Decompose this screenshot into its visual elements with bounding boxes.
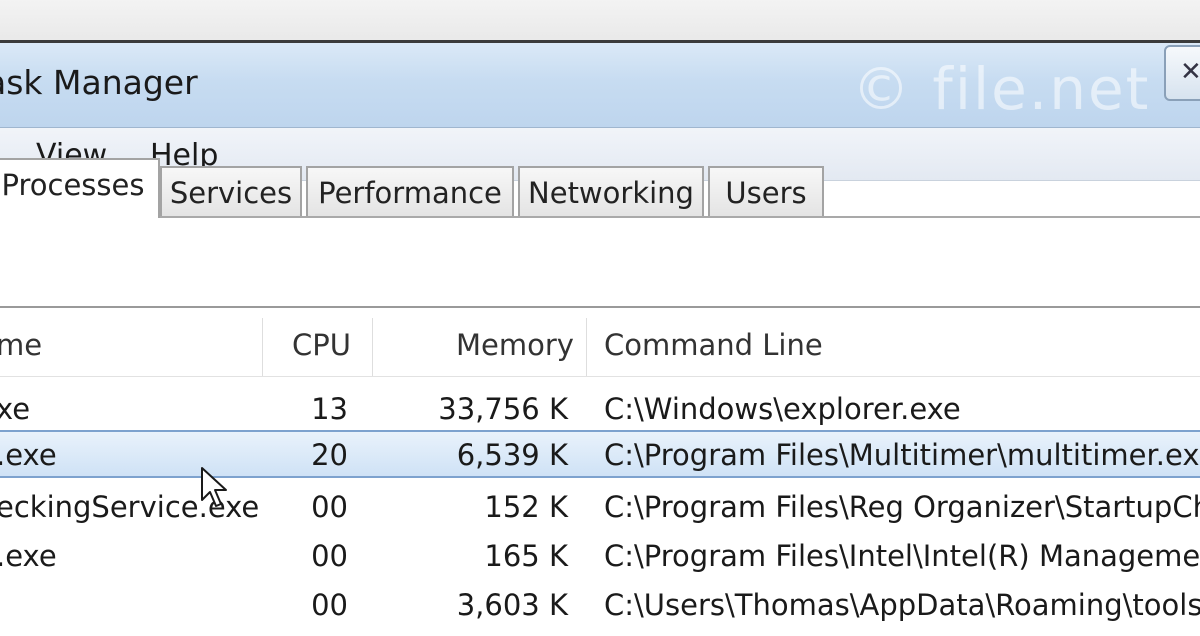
tab-processes[interactable]: Processes	[0, 158, 160, 218]
process-memory: 33,756 K	[438, 392, 568, 426]
process-memory: 3,603 K	[456, 588, 568, 622]
table-row[interactable]: 00 3,603 K C:\Users\Thomas\AppData\Roami…	[0, 580, 1200, 628]
process-name: .exe	[0, 539, 57, 573]
tab-performance-label: Performance	[318, 176, 502, 210]
column-header-memory[interactable]: Memory	[456, 328, 574, 362]
column-divider[interactable]	[262, 318, 263, 376]
table-row-selected[interactable]: .exe 20 6,539 K C:\Program Files\Multiti…	[0, 430, 1200, 478]
process-memory: 6,539 K	[456, 438, 568, 472]
process-name: xe	[0, 392, 31, 426]
table-row[interactable]: .exe 00 165 K C:\Program Files\Intel\Int…	[0, 531, 1200, 579]
process-memory: 152 K	[484, 490, 568, 524]
tab-users[interactable]: Users	[708, 166, 824, 216]
tab-services[interactable]: Services	[160, 166, 302, 216]
tab-networking[interactable]: Networking	[518, 166, 704, 216]
table-row[interactable]: xe 13 33,756 K C:\Windows\explorer.exe	[0, 384, 1200, 432]
process-command-line: C:\Program Files\Multitimer\multitimer.e…	[604, 438, 1200, 472]
close-icon: ✕	[1180, 57, 1200, 87]
column-header-cpu[interactable]: CPU	[292, 328, 351, 362]
tab-services-label: Services	[169, 176, 293, 210]
watermark: © file.net	[852, 55, 1151, 123]
process-cpu: 00	[311, 588, 348, 622]
column-divider[interactable]	[372, 318, 373, 376]
tab-strip-baseline	[0, 216, 1200, 218]
column-header-name[interactable]: me	[0, 328, 42, 362]
tab-users-label: Users	[725, 176, 807, 210]
mouse-pointer-icon	[201, 467, 227, 507]
tab-processes-label: Processes	[1, 168, 145, 202]
process-memory: 165 K	[484, 539, 568, 573]
column-header-command-line[interactable]: Command Line	[604, 328, 823, 362]
close-button[interactable]: ✕	[1164, 45, 1200, 101]
process-cpu: 13	[311, 392, 348, 426]
table-row[interactable]: eckingService.exe 00 152 K C:\Program Fi…	[0, 482, 1200, 530]
process-cpu: 00	[311, 490, 348, 524]
desktop-background	[0, 0, 1200, 42]
process-command-line: C:\Users\Thomas\AppData\Roaming\toolsy	[604, 588, 1200, 622]
process-command-line: C:\Program Files\Reg Organizer\StartupCh…	[604, 490, 1200, 524]
tab-networking-label: Networking	[528, 176, 694, 210]
window-title: ask Manager	[0, 63, 198, 102]
process-command-line: C:\Program Files\Intel\Intel(R) Manageme…	[604, 539, 1200, 573]
process-command-line: C:\Windows\explorer.exe	[604, 392, 961, 426]
title-bar[interactable]: ask Manager © file.net ✕	[0, 43, 1200, 128]
process-cpu: 20	[311, 438, 348, 472]
column-divider[interactable]	[586, 318, 587, 376]
process-table-header: me CPU Memory Command Line	[0, 310, 1200, 377]
tab-performance[interactable]: Performance	[306, 166, 514, 216]
process-cpu: 00	[311, 539, 348, 573]
process-name: .exe	[0, 438, 57, 472]
